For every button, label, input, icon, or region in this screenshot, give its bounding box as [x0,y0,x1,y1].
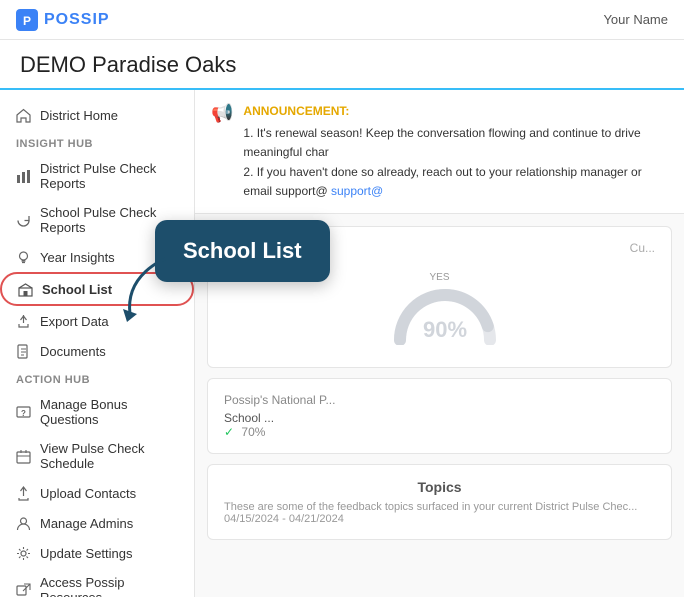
calendar-icon [16,448,32,464]
main-content: 📢 ANNOUNCEMENT: 1. It's renewal season! … [195,90,684,597]
topics-date: 04/15/2024 - 04/21/2024 [224,513,655,525]
upload-icon [16,485,32,501]
sidebar-label-export-data: Export Data [40,314,109,329]
sidebar-label-update-settings: Update Settings [40,546,133,561]
current-label: Cu... [630,241,655,255]
lightbulb-icon [16,249,32,265]
sidebar-label-year-insights: Year Insights [40,250,115,265]
sidebar-item-view-pulse[interactable]: View Pulse Check Schedule [0,434,194,478]
benchmark-percent: ✓ 70% [224,425,655,439]
chart-icon [16,168,32,184]
tooltip-arrow [115,254,175,324]
announcement-line1: 1. It's renewal season! Keep the convers… [243,124,668,162]
sidebar-item-district-home[interactable]: District Home [0,100,194,130]
sidebar-label-manage-admins: Manage Admins [40,516,133,531]
school-list-tooltip: School List [155,220,330,282]
sidebar-label-view-pulse: View Pulse Check Schedule [40,441,178,471]
question-icon: ? [16,404,32,420]
sidebar-item-update-settings[interactable]: Update Settings [0,538,194,568]
gauge-chart: 90% [390,285,500,345]
logo-text: POSSIP [44,11,110,29]
topics-card: Topics These are some of the feedback to… [207,464,672,540]
gear-icon [16,545,32,561]
sidebar-item-documents[interactable]: Documents [0,336,194,366]
sidebar-item-manage-bonus[interactable]: ? Manage Bonus Questions [0,390,194,434]
sidebar-label-district-pulse: District Pulse Check Reports [40,161,178,191]
sidebar-label-access-possip: Access Possip Resources [40,575,178,597]
check-icon: ✓ [224,425,234,439]
topbar: P POSSIP Your Name [0,0,684,40]
svg-text:?: ? [21,409,26,418]
gauge-yes-label: YES [390,272,490,283]
benchmark-card: Possip's National P... School ... ✓ 70% [207,378,672,454]
sidebar-label-documents: Documents [40,344,106,359]
export-icon [16,313,32,329]
layout: District Home INSIGHT HUB District Pulse… [0,90,684,597]
user-name: Your Name [603,12,668,27]
school-label: School ... [224,411,655,425]
sidebar: District Home INSIGHT HUB District Pulse… [0,90,195,597]
sidebar-item-district-pulse[interactable]: District Pulse Check Reports [0,154,194,198]
sidebar-label-upload-contacts: Upload Contacts [40,486,136,501]
announcement-title: ANNOUNCEMENT: [243,102,668,121]
page-header: DEMO Paradise Oaks [0,40,684,90]
sidebar-item-manage-admins[interactable]: Manage Admins [0,508,194,538]
sidebar-label-district-home: District Home [40,108,118,123]
sidebar-section-insight-hub: INSIGHT HUB [0,130,194,154]
topics-title: Topics [224,479,655,495]
megaphone-icon: 📢 [211,103,233,124]
document-icon [16,343,32,359]
announcement-banner: 📢 ANNOUNCEMENT: 1. It's renewal season! … [195,90,684,214]
announcement-link[interactable]: support@ [331,184,383,198]
possip-logo-icon: P [16,8,38,30]
svg-text:P: P [23,14,31,28]
sidebar-label-school-list: School List [42,282,112,297]
page-title: DEMO Paradise Oaks [20,52,664,78]
national-label: Possip's National P... [224,393,655,407]
refresh-icon [16,212,32,228]
announcement-content: ANNOUNCEMENT: 1. It's renewal season! Ke… [243,102,668,201]
svg-text:90%: 90% [422,317,466,342]
topics-sub: These are some of the feedback topics su… [224,501,655,525]
link-icon [16,582,32,597]
school-icon [18,281,34,297]
person-icon [16,515,32,531]
home-icon [16,107,32,123]
announcement-line2: 2. If you haven't done so already, reach… [243,163,668,201]
gauge-wrapper: YES 90% [390,272,490,345]
sidebar-section-action-hub: ACTION HUB [0,366,194,390]
sidebar-item-access-possip[interactable]: Access Possip Resources [0,568,194,597]
sidebar-label-manage-bonus: Manage Bonus Questions [40,397,178,427]
logo: P POSSIP [16,8,110,30]
sidebar-item-upload-contacts[interactable]: Upload Contacts [0,478,194,508]
